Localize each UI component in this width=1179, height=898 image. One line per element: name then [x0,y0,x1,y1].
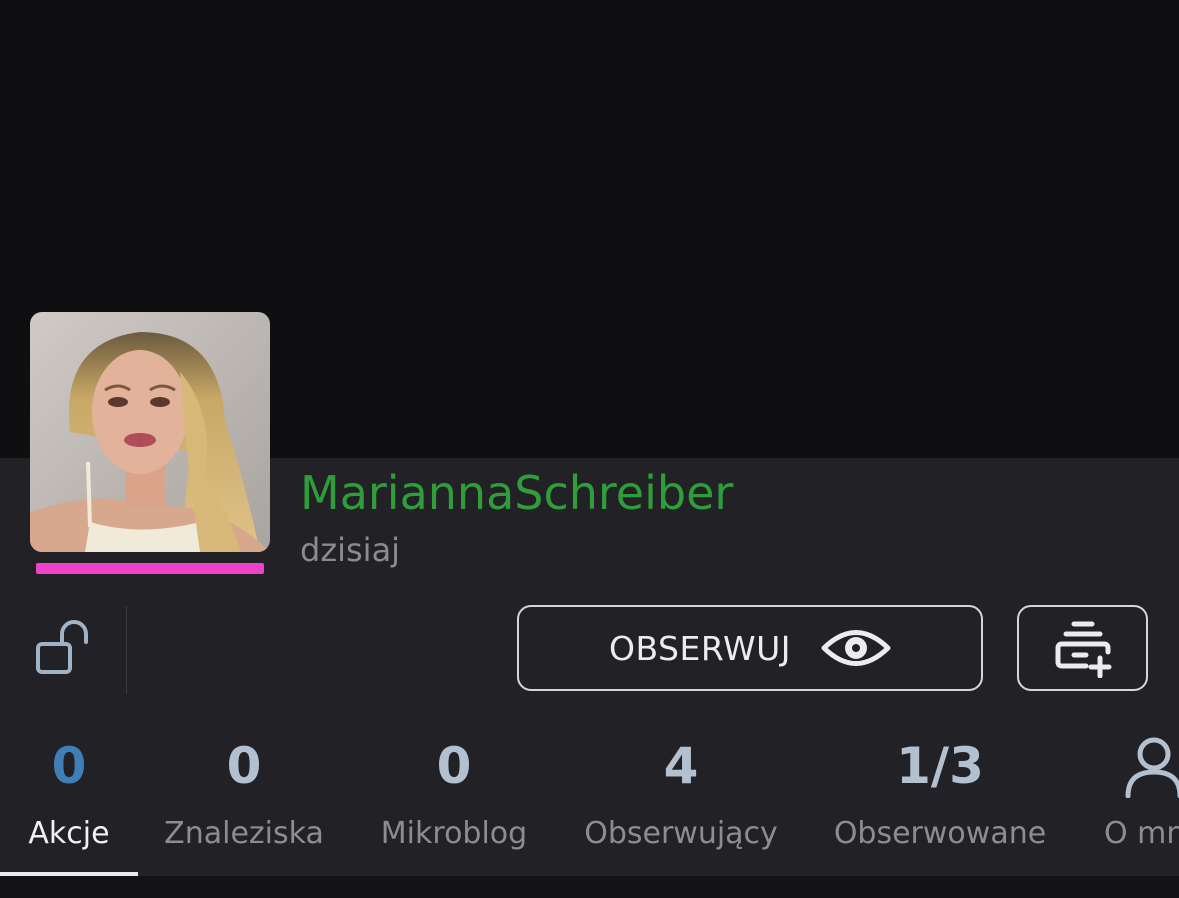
tab-label: Obserwujący [584,816,778,851]
avatar[interactable] [30,312,270,552]
eye-icon [821,630,891,666]
tab-count: 0 [51,737,87,795]
blacklist-add-button[interactable] [1017,605,1148,691]
tab-count: 1/3 [896,737,984,795]
tab-label: Znaleziska [164,816,324,851]
follow-button[interactable]: OBSERWUJ [517,605,983,691]
tab-label: Mikroblog [380,816,528,851]
tab-label: O mn [1104,816,1179,851]
tab-obserwowane[interactable]: 1/3 Obserwowane [820,728,1060,876]
tab-mikroblog[interactable]: 0 Mikroblog [360,728,548,876]
active-tab-indicator [0,872,138,876]
person-icon [1125,737,1179,798]
tab-obserwujacy[interactable]: 4 Obserwujący [570,728,792,876]
tab-label: Obserwowane [833,816,1047,851]
member-since: dzisiaj [300,531,401,569]
tab-count: 4 [663,737,699,795]
action-divider [126,606,127,694]
blacklist-add-icon [1055,621,1111,678]
tab-o-mnie[interactable]: O mn [1100,728,1179,876]
tab-label: Akcje [28,816,110,851]
username[interactable]: MariannaSchreiber [300,465,733,521]
tab-count: 0 [226,737,262,795]
follow-button-label: OBSERWUJ [609,628,791,668]
lock-open-icon[interactable] [32,620,96,684]
avatar-photo [30,312,270,552]
content-area [0,876,1179,898]
tab-znaleziska[interactable]: 0 Znaleziska [150,728,338,876]
tab-akcje[interactable]: 0 Akcje [0,728,138,876]
tab-count: 0 [436,737,472,795]
sex-indicator-bar [36,563,264,574]
